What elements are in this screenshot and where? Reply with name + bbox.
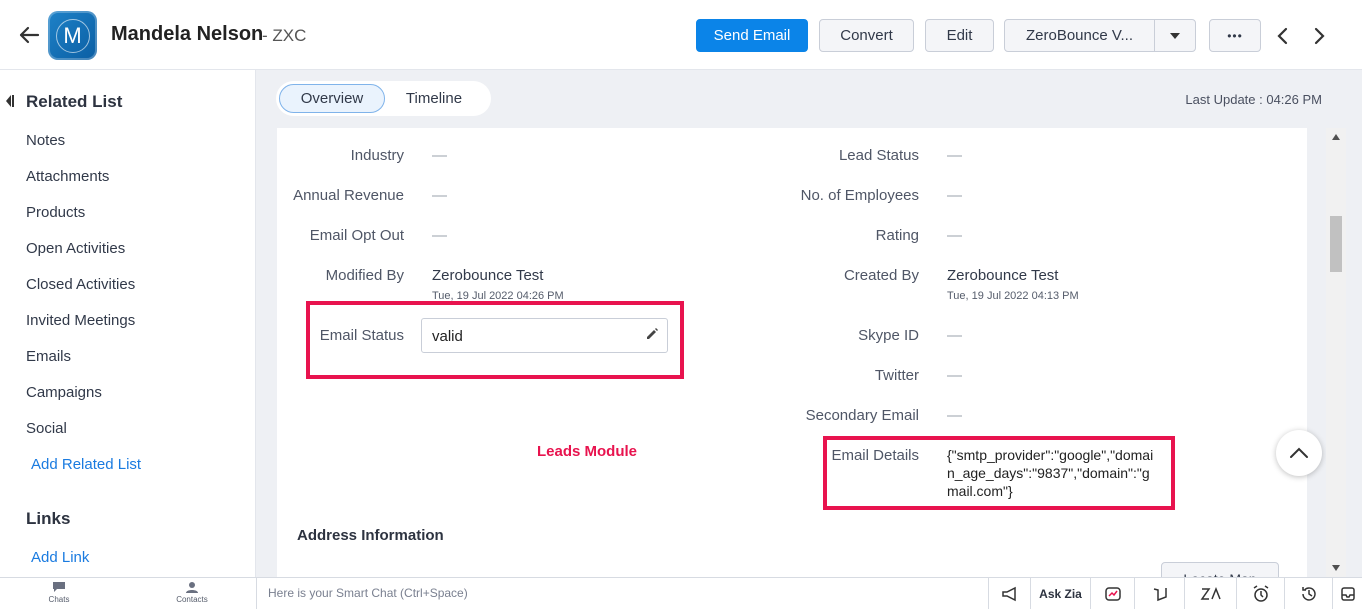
- modified-by-value: Zerobounce Test: [432, 267, 544, 284]
- tab-timeline[interactable]: Timeline: [388, 84, 480, 113]
- ask-zia-button[interactable]: Ask Zia: [1030, 578, 1090, 609]
- view-tabs: Overview Timeline: [276, 81, 491, 116]
- add-link-link[interactable]: Add Link: [31, 549, 89, 566]
- locate-map-button[interactable]: Locate Map: [1161, 562, 1279, 577]
- chats-button[interactable]: Chats: [40, 581, 78, 604]
- send-email-button[interactable]: Send Email: [696, 19, 808, 52]
- feeds-icon: [1153, 587, 1167, 601]
- industry-label: Industry: [350, 147, 404, 164]
- twitter-value[interactable]: —: [947, 367, 962, 384]
- address-information-heading: Address Information: [297, 527, 444, 544]
- sidebar-item-invited-meetings[interactable]: Invited Meetings: [26, 312, 135, 329]
- links-heading: Links: [26, 509, 71, 528]
- sidebar-item-open-activities[interactable]: Open Activities: [26, 240, 125, 257]
- sidebar-item-products[interactable]: Products: [26, 204, 85, 221]
- contacts-icon: [186, 582, 198, 593]
- modified-by-label: Modified By: [325, 267, 404, 284]
- last-update-text: Last Update : 04:26 PM: [1185, 92, 1322, 107]
- convert-button[interactable]: Convert: [819, 19, 914, 52]
- avatar-letter: M: [55, 18, 90, 53]
- signals-button[interactable]: [1090, 578, 1134, 609]
- zerobounce-dropdown-button[interactable]: [1154, 19, 1196, 52]
- sidebar-item-attachments[interactable]: Attachments: [26, 168, 109, 185]
- previous-record-icon[interactable]: [1274, 26, 1292, 46]
- record-avatar: M: [48, 11, 97, 60]
- zia-button[interactable]: [1184, 578, 1236, 609]
- sidebar-item-closed-activities[interactable]: Closed Activities: [26, 276, 135, 293]
- add-related-list-link[interactable]: Add Related List: [31, 456, 141, 473]
- email-opt-out-label: Email Opt Out: [309, 227, 404, 244]
- record-header: M Mandela Nelson - ZXC Send Email Conver…: [0, 0, 1362, 70]
- sidebar-item-notes[interactable]: Notes: [26, 132, 65, 149]
- secondary-email-label: Secondary Email: [805, 407, 919, 424]
- history-icon: [1301, 586, 1316, 601]
- details-card: Industry — Annual Revenue — Email Opt Ou…: [277, 128, 1307, 577]
- email-details-highlight: [823, 436, 1175, 510]
- scroll-down-arrow-icon[interactable]: [1332, 565, 1340, 571]
- no-of-employees-label: No. of Employees: [800, 187, 919, 204]
- related-list-heading: Related List: [26, 92, 123, 111]
- chat-bubble-icon: [53, 582, 65, 592]
- zia-icon: [1200, 586, 1221, 600]
- record-suffix: - ZXC: [262, 26, 307, 45]
- created-by-value: Zerobounce Test: [947, 267, 1059, 284]
- more-actions-button[interactable]: •••: [1209, 19, 1261, 52]
- caret-down-icon: [1170, 32, 1180, 39]
- lead-status-label: Lead Status: [838, 147, 919, 164]
- scroll-up-arrow-icon[interactable]: [1332, 134, 1340, 140]
- recent-items-button[interactable]: [1284, 578, 1332, 609]
- lead-status-value[interactable]: —: [947, 147, 962, 164]
- zerobounce-button[interactable]: ZeroBounce V...: [1004, 19, 1155, 52]
- twitter-label: Twitter: [874, 367, 919, 384]
- sidebar-item-social[interactable]: Social: [26, 420, 67, 437]
- no-of-employees-value[interactable]: —: [947, 187, 962, 204]
- back-arrow-icon[interactable]: [16, 22, 42, 48]
- bottom-bar: Chats Contacts Here is your Smart Chat (…: [0, 577, 1362, 609]
- smart-chat-placeholder: Here is your Smart Chat (Ctrl+Space): [268, 586, 468, 600]
- tray-button[interactable]: [1332, 578, 1362, 609]
- contacts-label: Contacts: [176, 595, 208, 604]
- edit-button[interactable]: Edit: [925, 19, 994, 52]
- scrollbar-thumb[interactable]: [1330, 216, 1342, 272]
- email-status-highlight: [306, 301, 684, 379]
- smart-chat-input[interactable]: Here is your Smart Chat (Ctrl+Space): [256, 578, 988, 609]
- rating-value[interactable]: —: [947, 227, 962, 244]
- created-by-label: Created By: [843, 267, 919, 284]
- chats-label: Chats: [48, 595, 70, 604]
- rating-label: Rating: [875, 227, 919, 244]
- annual-revenue-label: Annual Revenue: [293, 187, 404, 204]
- skype-id-value[interactable]: —: [947, 327, 962, 344]
- feeds-button[interactable]: [1134, 578, 1184, 609]
- announcement-button[interactable]: [988, 578, 1030, 609]
- sidebar-item-campaigns[interactable]: Campaigns: [26, 384, 102, 401]
- leads-module-annotation: Leads Module: [537, 443, 638, 460]
- secondary-email-value[interactable]: —: [947, 407, 962, 424]
- tab-overview[interactable]: Overview: [279, 84, 385, 113]
- industry-value[interactable]: —: [432, 147, 447, 164]
- vertical-scrollbar[interactable]: [1326, 128, 1346, 577]
- megaphone-icon: [1001, 586, 1016, 601]
- chevron-up-icon: [1290, 447, 1308, 458]
- alarm-clock-icon: [1253, 584, 1268, 602]
- reminders-button[interactable]: [1236, 578, 1284, 609]
- scroll-to-top-button[interactable]: [1276, 430, 1322, 476]
- tray-icon: [1340, 586, 1355, 601]
- sidebar-item-emails[interactable]: Emails: [26, 348, 71, 365]
- skype-id-label: Skype ID: [858, 327, 919, 344]
- email-opt-out-value[interactable]: —: [432, 227, 447, 244]
- collapse-sidebar-icon[interactable]: [4, 94, 14, 108]
- created-by-time: Tue, 19 Jul 2022 04:13 PM: [947, 290, 1079, 302]
- related-list-sidebar: Related List Notes Attachments Products …: [0, 70, 256, 577]
- annual-revenue-value[interactable]: —: [432, 187, 447, 204]
- signals-icon: [1104, 586, 1121, 601]
- next-record-icon[interactable]: [1310, 26, 1328, 46]
- record-name: Mandela Nelson: [111, 23, 264, 45]
- contacts-button[interactable]: Contacts: [172, 581, 212, 604]
